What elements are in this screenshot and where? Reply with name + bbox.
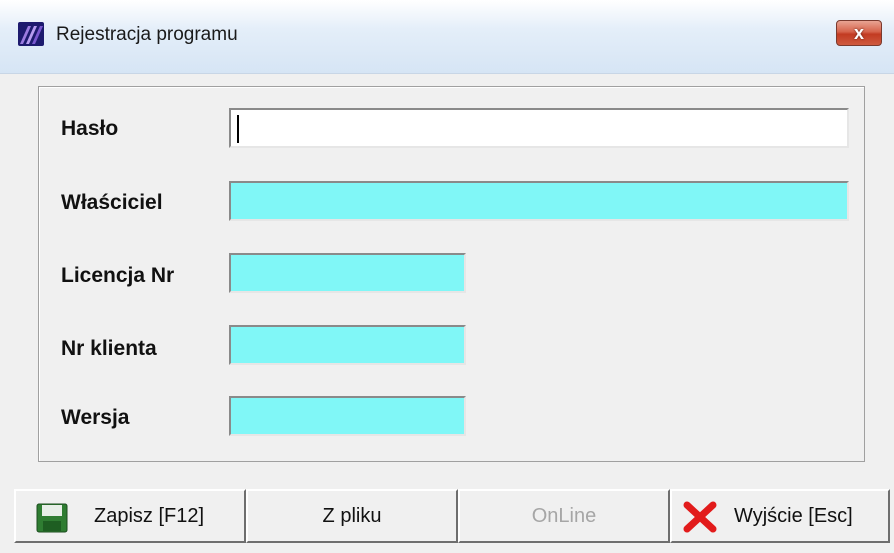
password-label: Hasło: [61, 117, 119, 140]
close-button[interactable]: x: [836, 20, 882, 46]
save-button[interactable]: Zapisz [F12]: [14, 489, 246, 543]
online-button[interactable]: OnLine: [458, 489, 670, 543]
password-field[interactable]: [229, 108, 849, 148]
window-title: Rejestracja programu: [56, 24, 238, 45]
from-file-button[interactable]: Z pliku: [246, 489, 458, 543]
license-number-label: Licencja Nr: [61, 264, 175, 287]
online-button-label: OnLine: [531, 504, 597, 527]
red-x-icon: [682, 501, 718, 539]
registration-window: Rejestracja programu x Hasło Właściciel …: [0, 0, 894, 553]
floppy-disk-icon: [36, 503, 68, 539]
exit-button-label: Wyjście [Esc]: [734, 505, 853, 527]
owner-label: Właściciel: [61, 191, 163, 214]
app-logo-icon: [18, 22, 44, 46]
exit-button[interactable]: Wyjście [Esc]: [670, 489, 890, 543]
text-caret: [237, 115, 239, 143]
save-button-label: Zapisz [F12]: [94, 505, 205, 527]
client-number-field[interactable]: [229, 325, 466, 365]
license-number-field[interactable]: [229, 253, 466, 293]
close-icon: x: [853, 22, 864, 43]
from-file-button-label: Z pliku: [322, 504, 382, 527]
title-bar[interactable]: Rejestracja programu x: [0, 0, 894, 74]
version-field[interactable]: [229, 396, 466, 436]
client-number-label: Nr klienta: [61, 337, 157, 360]
owner-field[interactable]: [229, 181, 849, 221]
version-label: Wersja: [61, 406, 130, 429]
